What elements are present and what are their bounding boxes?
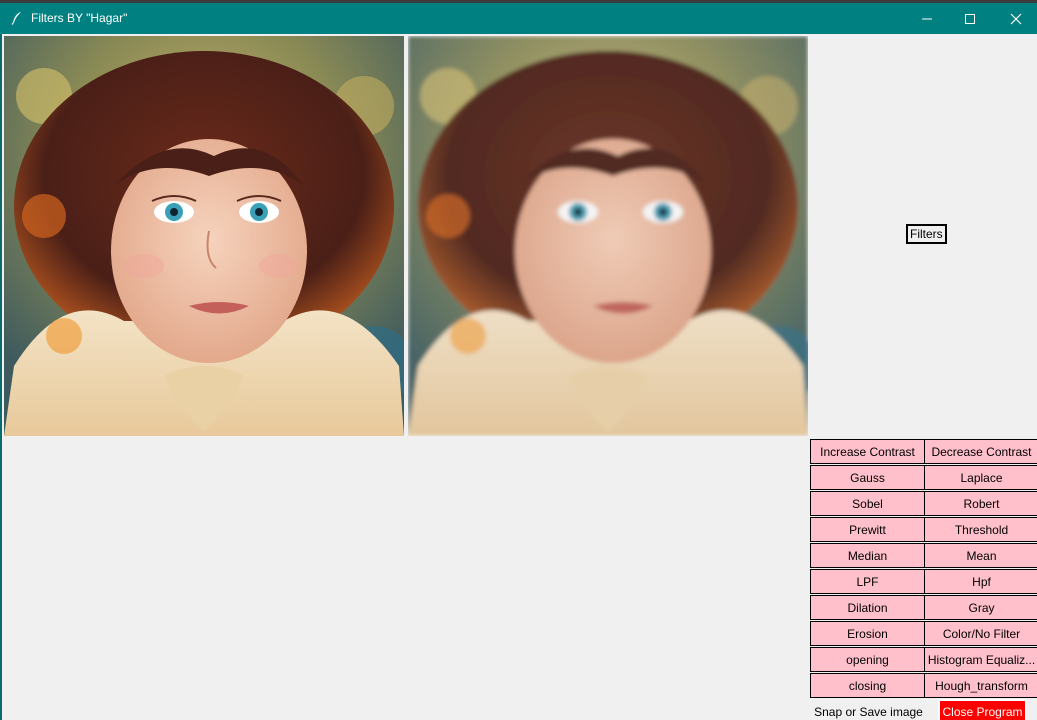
close-program-button[interactable]: Close Program (938, 699, 1027, 720)
histogram-equalization-button[interactable]: Histogram Equaliz... (924, 647, 1037, 672)
close-icon (1010, 13, 1022, 24)
opening-button[interactable]: opening (810, 647, 925, 672)
median-button[interactable]: Median (810, 543, 925, 568)
window-title: Filters BY "Hagar" (31, 11, 128, 25)
filters-label: Filters (906, 224, 947, 244)
hough-transform-button[interactable]: Hough_transform (924, 673, 1037, 698)
close-window-button[interactable] (993, 3, 1037, 34)
threshold-button[interactable]: Threshold (924, 517, 1037, 542)
color-no-filter-button[interactable]: Color/No Filter (924, 621, 1037, 646)
maximize-button[interactable] (947, 3, 993, 34)
mean-button[interactable]: Mean (924, 543, 1037, 568)
filtered-image (408, 36, 808, 436)
closing-button[interactable]: closing (810, 673, 925, 698)
dilation-button[interactable]: Dilation (810, 595, 925, 620)
robert-button[interactable]: Robert (924, 491, 1037, 516)
laplace-button[interactable]: Laplace (924, 465, 1037, 490)
feather-icon (11, 11, 23, 25)
title-bar[interactable]: Filters BY "Hagar" (0, 3, 1037, 34)
minimize-icon (922, 18, 932, 19)
hpf-button[interactable]: Hpf (924, 569, 1037, 594)
gray-button[interactable]: Gray (924, 595, 1037, 620)
original-image (4, 36, 404, 436)
lpf-button[interactable]: LPF (810, 569, 925, 594)
app-window: Filters BY "Hagar" Filters Increase Cont… (0, 3, 1037, 720)
gauss-button[interactable]: Gauss (810, 465, 925, 490)
client-area: Filters Increase Contrast Decrease Contr… (0, 34, 1037, 720)
increase-contrast-button[interactable]: Increase Contrast (810, 439, 925, 464)
maximize-icon (965, 13, 975, 24)
erosion-button[interactable]: Erosion (810, 621, 925, 646)
snap-save-button[interactable]: Snap or Save image (810, 699, 927, 720)
sobel-button[interactable]: Sobel (810, 491, 925, 516)
minimize-button[interactable] (904, 3, 950, 34)
prewitt-button[interactable]: Prewitt (810, 517, 925, 542)
decrease-contrast-button[interactable]: Decrease Contrast (924, 439, 1037, 464)
